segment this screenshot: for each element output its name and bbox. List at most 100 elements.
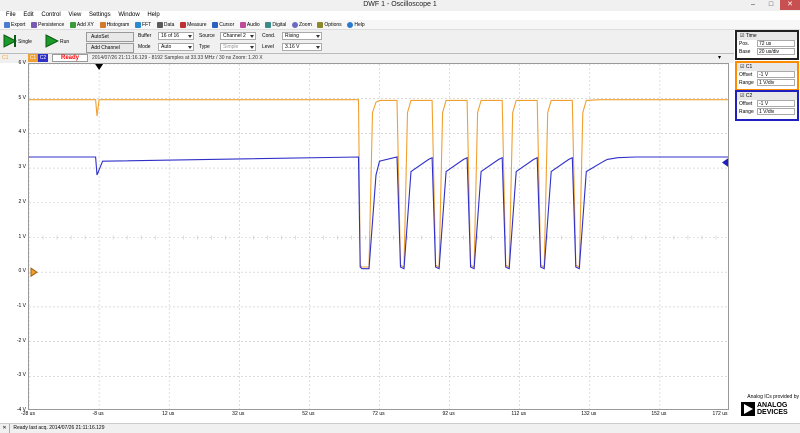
time-pos-label: Pos.	[739, 41, 750, 47]
time-pos-input[interactable]: 72 us	[757, 40, 795, 47]
menu-settings[interactable]: Settings	[89, 11, 111, 20]
level-input[interactable]: 3.16 V	[282, 43, 322, 51]
y-tick-label: 2 V	[18, 198, 26, 205]
menu-window[interactable]: Window	[118, 11, 139, 20]
title-bar: DWF 1 - Oscilloscope 1 – □ ✕	[0, 0, 800, 11]
trace-c2	[29, 156, 728, 270]
chevron-down-icon	[188, 46, 192, 49]
time-base-input[interactable]: 20 us/div	[757, 48, 795, 55]
c2-offset-row: Offset -1 V	[737, 100, 797, 108]
close-view-icon[interactable]: ✕	[0, 424, 10, 433]
buffer-value: 16 of 16	[161, 33, 180, 39]
time-base-row: Base 20 us/div	[737, 48, 797, 56]
toolbar-data[interactable]: Data	[156, 20, 174, 30]
menu-help[interactable]: Help	[147, 11, 159, 20]
run-play-icon	[45, 34, 59, 48]
control-panel: Single Run AutoSet Add Channel Buffer 16…	[0, 30, 734, 54]
analog-devices-logo: Analog ICs provided by ANALOG DEVICES	[737, 394, 799, 422]
toolbar-export[interactable]: Export	[4, 20, 25, 30]
c2-panel: ☑ C2 Offset -1 V Range 1 V/div	[735, 90, 799, 121]
toolbar-fft[interactable]: FFT	[135, 20, 151, 30]
close-button[interactable]: ✕	[780, 0, 800, 10]
toolbar-audio[interactable]: Audio	[239, 20, 260, 30]
c2-panel-title: C2	[745, 93, 753, 99]
type-label: Type	[199, 44, 210, 50]
c1-panel-header[interactable]: ☑ C1	[737, 63, 797, 71]
help-icon	[347, 22, 354, 28]
buffer-label: Buffer	[138, 33, 152, 39]
add-channel-button[interactable]: Add Channel	[86, 43, 134, 53]
x-tick-label: -28 us	[21, 411, 35, 417]
c2-range-input[interactable]: 1 V/div	[757, 108, 795, 115]
single-play-icon	[3, 34, 17, 48]
c2-offset-label: Offset	[739, 101, 753, 107]
toolbar-help[interactable]: Help	[347, 20, 365, 30]
cond-select[interactable]: Rising	[282, 32, 322, 40]
logo-text-devices: DEVICES	[757, 409, 788, 416]
toolbar-zoom[interactable]: Zoom	[291, 20, 312, 30]
menu-view[interactable]: View	[68, 11, 81, 20]
trace-c1	[29, 99, 728, 268]
level-value: 3.16 V	[285, 44, 300, 50]
time-pos-row: Pos. 72 us	[737, 40, 797, 48]
toolbar-persistence[interactable]: Persistence	[31, 20, 64, 30]
y-tick-label: -3 V	[16, 372, 26, 379]
toolbar-measure[interactable]: Measure	[180, 20, 207, 30]
time-panel-header[interactable]: ☑ Time	[737, 32, 797, 40]
channel-tag-c1[interactable]: C1	[28, 54, 38, 62]
persistence-icon	[31, 22, 38, 28]
cond-label: Cond.	[262, 33, 276, 39]
buffer-select[interactable]: 16 of 16	[158, 32, 194, 40]
source-select[interactable]: Channel 2	[220, 32, 256, 40]
mode-value: Auto	[161, 44, 172, 50]
x-tick-label: 72 us	[372, 411, 385, 417]
c2-offset-input[interactable]: -1 V	[757, 100, 795, 107]
run-button[interactable]: Run	[44, 33, 80, 51]
acquisition-status-strip: C1 C2 Ready 2014/07/26 21:11:16.129 - 81…	[0, 54, 734, 63]
acquisition-state: Ready	[52, 54, 88, 62]
export-icon	[4, 22, 10, 28]
status-bar: ✕ Ready last acq. 2014/07/26 21:11:16.12…	[0, 423, 800, 433]
c1-ground-marker	[30, 267, 38, 278]
single-button[interactable]: Single	[2, 33, 42, 51]
logo-caption: Analog ICs provided by	[747, 394, 799, 400]
oscilloscope-plot[interactable]	[28, 63, 729, 410]
type-select[interactable]: Simple	[220, 43, 256, 51]
chevron-down-icon	[250, 46, 254, 49]
x-tick-label: 112 us	[511, 411, 527, 417]
autoset-button[interactable]: AutoSet	[86, 32, 134, 42]
c1-offset-row: Offset -1 V	[737, 71, 797, 79]
c2-panel-header[interactable]: ☑ C2	[737, 92, 797, 100]
maximize-button[interactable]: □	[762, 0, 780, 10]
minimize-button[interactable]: –	[744, 0, 762, 10]
toolbar-histogram[interactable]: Histogram	[99, 20, 129, 30]
y-tick-label: 4 V	[18, 129, 26, 136]
menu-edit[interactable]: Edit	[23, 11, 33, 20]
add-xy-icon	[69, 22, 76, 28]
toolbar-add-xy[interactable]: Add XY	[69, 20, 94, 30]
window-title: DWF 1 - Oscilloscope 1	[363, 1, 437, 8]
toolbar-options[interactable]: Options	[317, 20, 342, 30]
x-tick-label: 172 us	[712, 411, 728, 417]
menu-control[interactable]: Control	[41, 11, 60, 20]
toolbar-cursor[interactable]: Cursor	[212, 20, 234, 30]
toolbar-digital[interactable]: Digital	[265, 20, 286, 30]
zoom-icon	[291, 22, 298, 28]
toolbar: Export Persistence Add XY Histogram FFT …	[0, 20, 800, 30]
settings-dropdown-icon[interactable]: ▾	[718, 54, 726, 62]
cursor-icon	[212, 22, 219, 28]
c1-range-input[interactable]: 1 V/div	[757, 79, 795, 86]
run-label: Run	[60, 39, 70, 45]
menu-file[interactable]: File	[6, 11, 16, 20]
level-label: Level	[262, 44, 274, 50]
trigger-level-marker	[722, 158, 728, 167]
c1-offset-input[interactable]: -1 V	[757, 71, 795, 78]
mode-select[interactable]: Auto	[158, 43, 194, 51]
acquisition-info: 2014/07/26 21:11:16.129 - 8192 Samples a…	[92, 55, 263, 61]
source-value: Channel 2	[223, 33, 246, 39]
single-label: Single	[18, 39, 32, 45]
channel-tag-c2[interactable]: C2	[38, 54, 48, 62]
analog-devices-logo-mark	[741, 402, 755, 416]
source-label: Source	[199, 33, 215, 39]
c1-range-label: Range	[739, 80, 754, 86]
